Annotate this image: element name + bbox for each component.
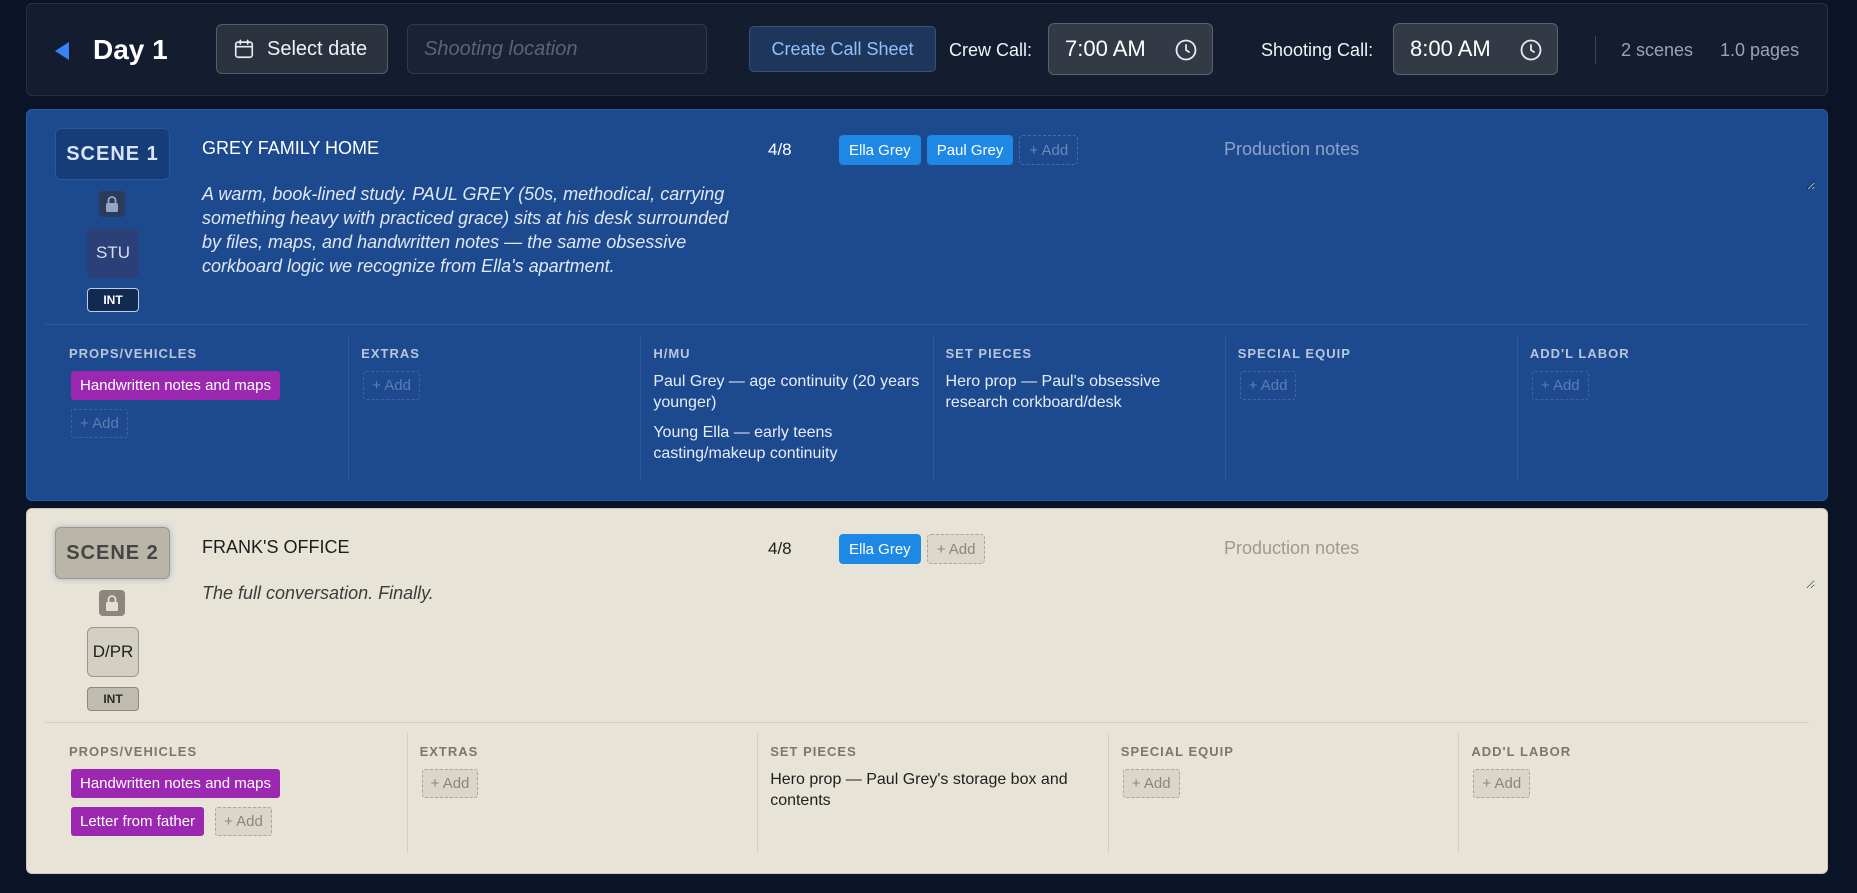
scene-card-1[interactable]: SCENE 1 STU INT GREY FAMILY HOME A warm,… [26,109,1828,501]
add-special-equip-button[interactable]: + Add [1239,371,1297,400]
add-extras-button[interactable]: + Add [363,371,420,400]
hmu-item[interactable]: Paul Grey — age continuity (20 years you… [653,371,920,413]
set-pieces-column: SET PIECES Hero prop — Paul's obsessive … [932,335,1225,480]
shooting-call-time-picker[interactable]: 8:00 AM [1393,23,1558,75]
int-ext-toggle[interactable]: INT [87,288,139,312]
extras-heading: EXTRAS [361,346,420,361]
set-pieces-heading: SET PIECES [770,744,857,759]
scene-page-length[interactable]: 4/8 [768,539,792,559]
clock-icon [1174,38,1198,68]
props-heading: PROPS/VEHICLES [69,744,198,759]
prop-chip[interactable]: Letter from father [71,807,205,836]
scene-page-length[interactable]: 4/8 [768,140,792,160]
crew-call-time-picker[interactable]: 7:00 AM [1048,23,1213,75]
scene-description[interactable]: A warm, book-lined study. PAUL GREY (50s… [202,182,732,278]
scene-description[interactable]: The full conversation. Finally. [202,581,732,605]
prop-chip[interactable]: Handwritten notes and maps [71,769,280,798]
crew-call-label: Crew Call: [949,40,1033,60]
add-prop-button[interactable]: + Add [215,807,272,836]
production-notes-input[interactable] [1212,529,1815,589]
section-divider [45,722,1809,723]
select-date-button[interactable]: Select date [216,24,388,74]
shooting-call-label: Shooting Call: [1261,40,1374,60]
extras-heading: EXTRAS [419,744,479,759]
props-column: PROPS/VEHICLES Handwritten notes and map… [45,335,348,480]
set-pieces-column: SET PIECES Hero prop — Paul Grey's stora… [757,733,1108,853]
set-piece-item[interactable]: Hero prop — Paul Grey's storage box and … [770,769,1096,811]
clock-icon [1519,38,1543,68]
cast-chip[interactable]: Paul Grey [926,135,1014,165]
cast-chip[interactable]: Ella Grey [839,534,921,564]
day-title: Day 1 [93,34,168,65]
section-divider [45,324,1809,325]
day-header-bar: Day 1 Select date Create Call Sheet Crew… [26,3,1828,96]
scene-number-badge[interactable]: SCENE 1 [55,128,170,180]
set-pieces-heading: SET PIECES [945,346,1033,361]
addl-labor-column: ADD'L LABOR + Add [1458,733,1809,853]
set-code-button[interactable]: STU [87,228,139,278]
prop-chip[interactable]: Handwritten notes and maps [71,371,280,400]
special-equip-heading: SPECIAL EQUIP [1237,346,1351,361]
add-addl-labor-button[interactable]: + Add [1473,769,1531,798]
scene-breakdown: PROPS/VEHICLES Handwritten notes and map… [45,335,1809,480]
addl-labor-column: ADD'L LABOR + Add [1516,335,1809,480]
add-special-equip-button[interactable]: + Add [1122,769,1180,798]
scene-count: 2 scenes [1621,40,1694,60]
scene-location[interactable]: GREY FAMILY HOME [202,138,379,159]
addl-labor-heading: ADD'L LABOR [1529,346,1630,361]
int-ext-toggle[interactable]: INT [87,687,139,711]
scene-location[interactable]: FRANK'S OFFICE [202,537,349,558]
props-column: PROPS/VEHICLES Handwritten notes and map… [45,733,407,853]
cast-list: Ella Grey Paul Grey + Add [839,135,1079,165]
hmu-item[interactable]: Young Ella — early teens casting/makeup … [653,422,920,464]
add-prop-button[interactable]: + Add [71,409,128,438]
select-date-label: Select date [267,37,368,60]
lock-icon[interactable] [99,590,125,616]
page-count: 1.0 pages [1720,40,1800,60]
add-extras-button[interactable]: + Add [421,769,479,798]
calendar-icon [233,38,255,60]
crew-call-time: 7:00 AM [1065,36,1146,61]
scene-card-2[interactable]: SCENE 2 D/PR INT FRANK'S OFFICE The full… [26,508,1828,874]
cast-chip[interactable]: Ella Grey [839,135,921,165]
header-divider [1595,36,1596,64]
add-cast-button[interactable]: + Add [926,534,986,564]
props-heading: PROPS/VEHICLES [69,346,198,361]
special-equip-heading: SPECIAL EQUIP [1120,744,1234,759]
hmu-column: H/MU Paul Grey — age continuity (20 year… [640,335,932,480]
extras-column: EXTRAS + Add [348,335,640,480]
addl-labor-heading: ADD'L LABOR [1471,744,1572,759]
shooting-call-time: 8:00 AM [1410,36,1491,61]
cast-list: Ella Grey + Add [839,534,986,564]
special-equip-column: SPECIAL EQUIP + Add [1224,335,1517,480]
scene-number-badge[interactable]: SCENE 2 [55,527,170,579]
hmu-heading: H/MU [653,346,691,361]
scene-breakdown: PROPS/VEHICLES Handwritten notes and map… [45,733,1809,853]
lock-icon[interactable] [99,191,125,217]
back-arrow-icon[interactable] [55,42,69,60]
add-cast-button[interactable]: + Add [1019,135,1079,165]
extras-column: EXTRAS + Add [406,733,758,853]
production-notes-input[interactable] [1212,130,1815,190]
shooting-location-input[interactable] [407,24,707,74]
set-code-button[interactable]: D/PR [87,627,139,677]
special-equip-column: SPECIAL EQUIP + Add [1107,733,1459,853]
create-call-sheet-button[interactable]: Create Call Sheet [749,26,936,72]
add-addl-labor-button[interactable]: + Add [1531,371,1589,400]
set-piece-item[interactable]: Hero prop — Paul's obsessive research co… [946,371,1213,413]
